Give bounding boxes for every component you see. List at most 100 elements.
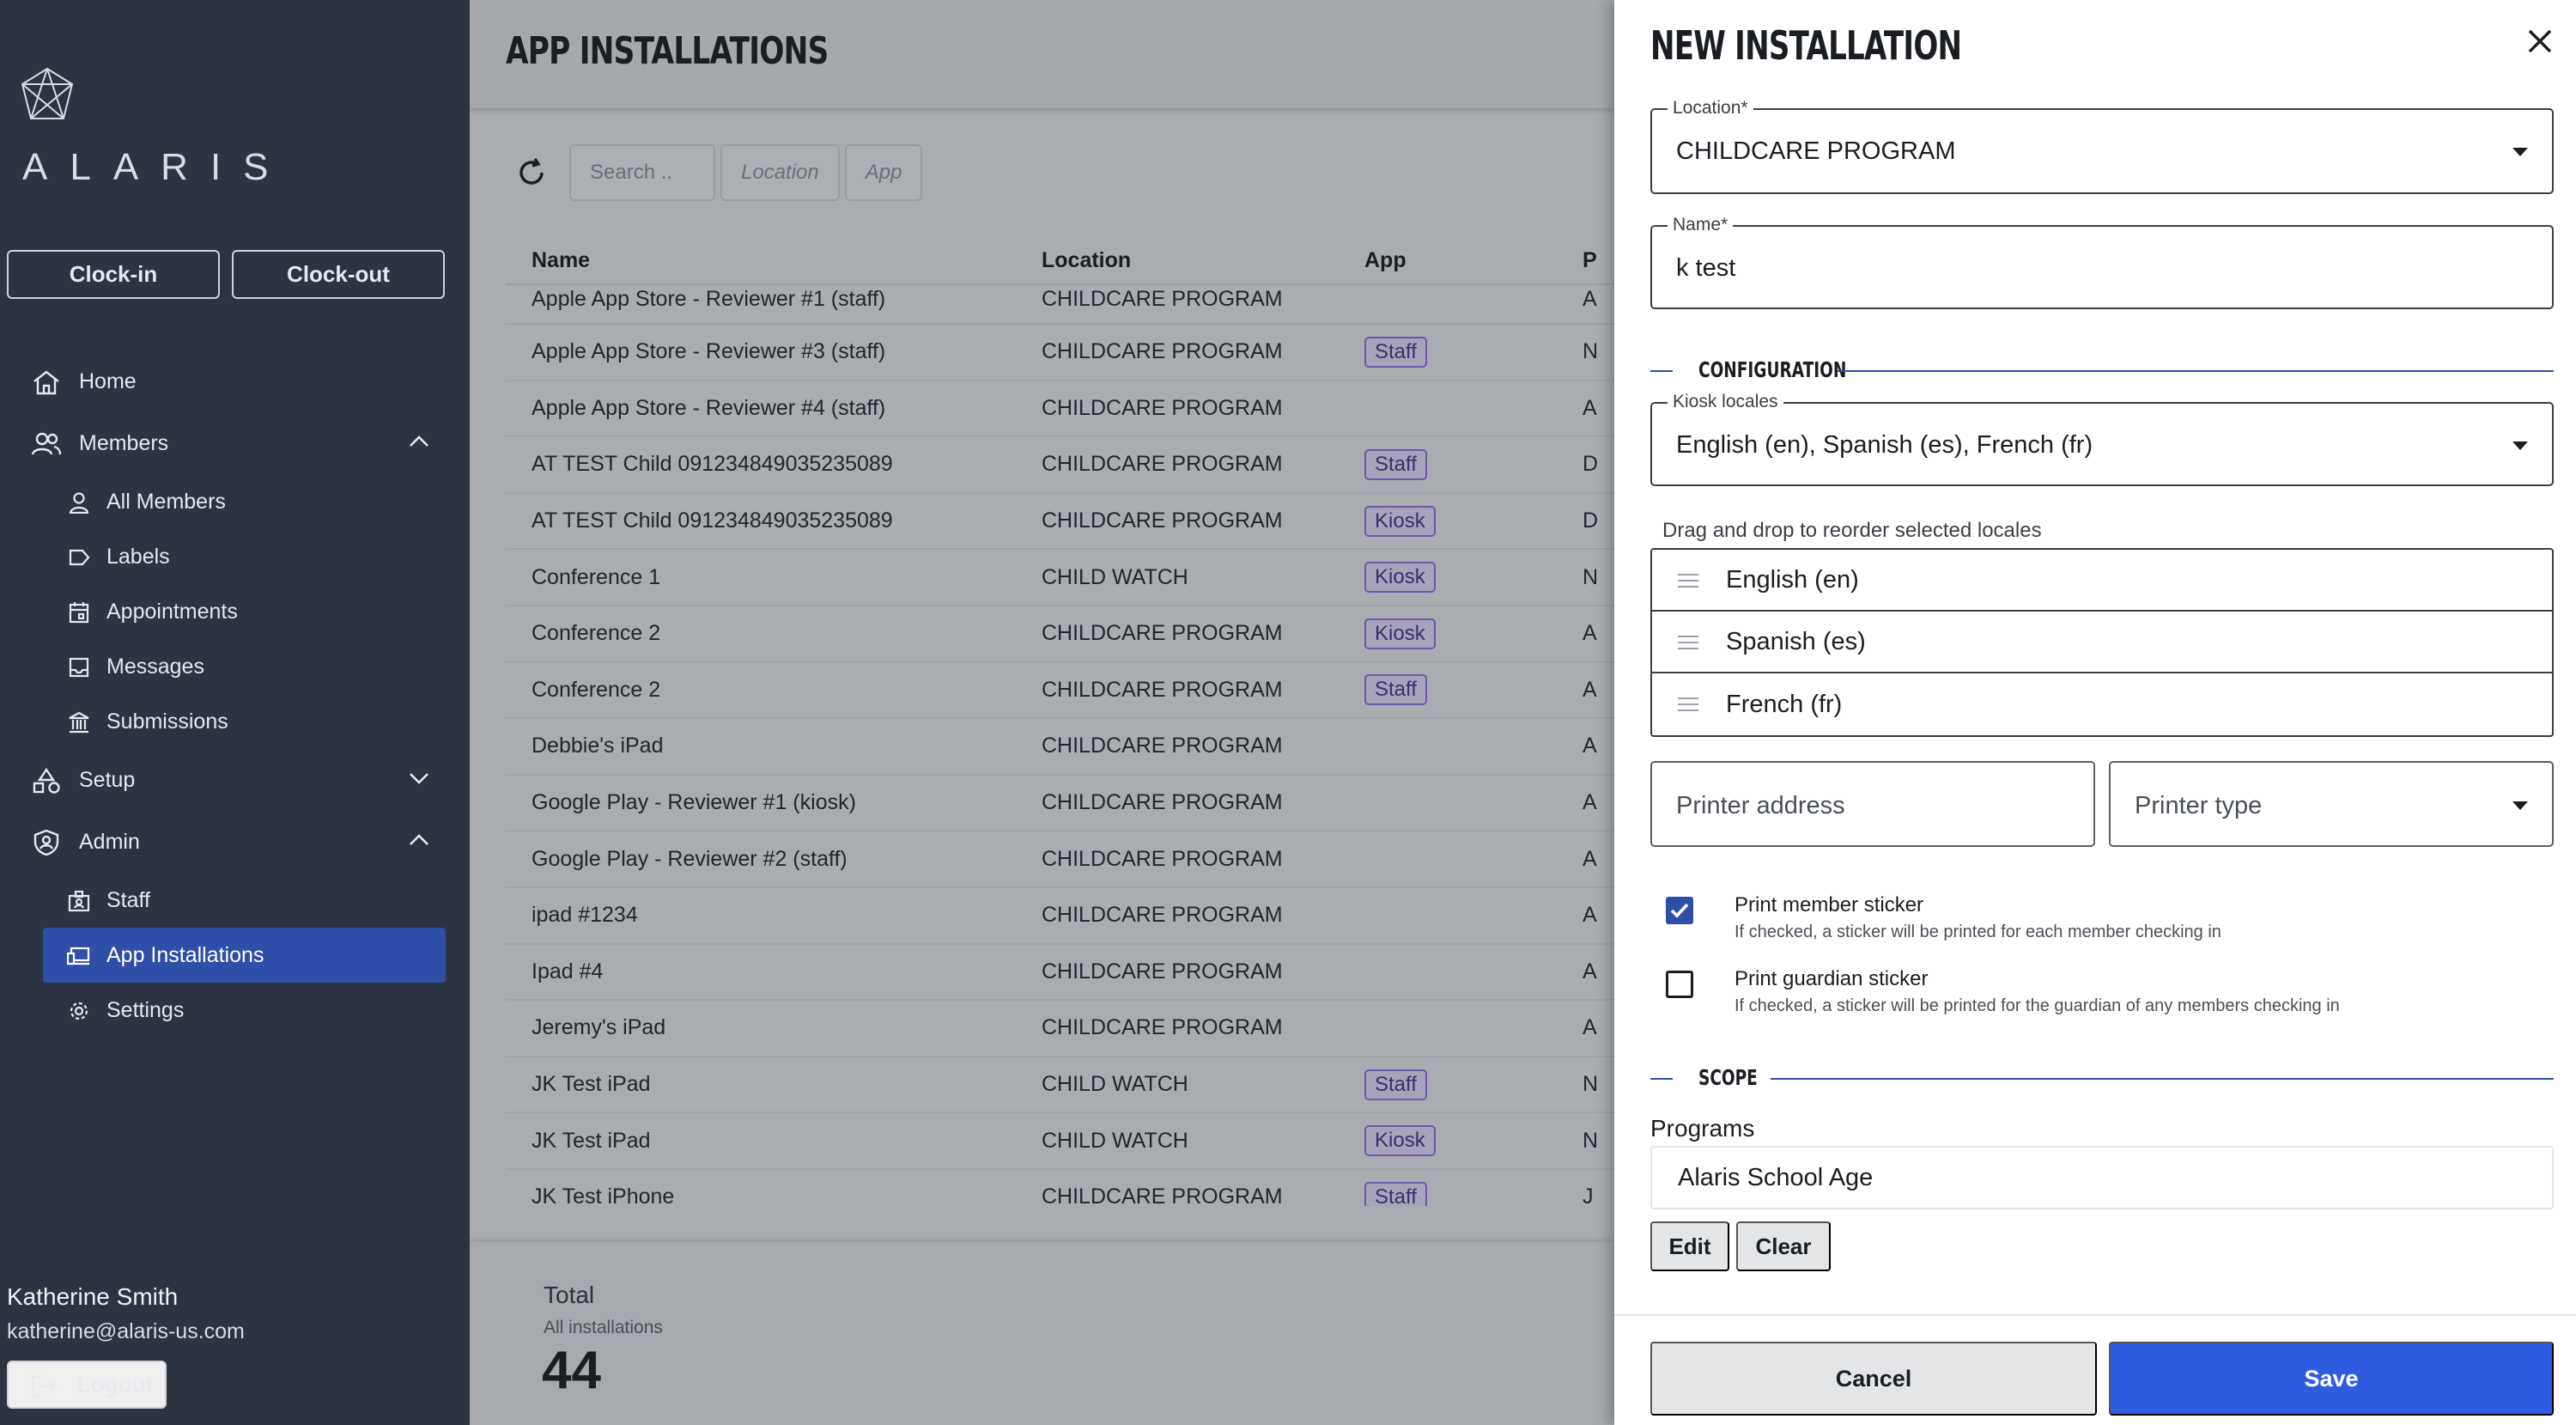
programs-label: Programs xyxy=(1650,1115,1755,1142)
locale-item[interactable]: English (en) xyxy=(1652,550,2552,612)
column-header-name[interactable]: Name xyxy=(506,248,1042,273)
location-select[interactable]: Location* CHILDCARE PROGRAM xyxy=(1650,98,2554,194)
cell-app: Kiosk xyxy=(1364,505,1583,537)
cell-extra: A xyxy=(1583,846,1597,871)
name-value: k test xyxy=(1676,254,1736,282)
logout-button[interactable]: Logout xyxy=(7,1361,167,1409)
sidebar-item-setup[interactable]: Setup xyxy=(0,749,470,811)
close-icon[interactable] xyxy=(2524,26,2555,57)
table-row[interactable]: AT TEST Child 091234849035235089 CHILDCAR… xyxy=(506,494,1614,551)
table-row[interactable]: Ipad #4 CHILDCARE PROGRAM A xyxy=(506,945,1614,1002)
table-row[interactable]: Apple App Store - Reviewer #1 (staff) CHI… xyxy=(506,285,1614,325)
clock-in-button[interactable]: Clock-in xyxy=(7,250,220,299)
save-button[interactable]: Save xyxy=(2109,1342,2554,1416)
drag-handle-icon[interactable] xyxy=(1678,697,1698,711)
chevron-up-icon[interactable] xyxy=(408,433,430,450)
table-row[interactable]: Conference 1 CHILD WATCH Kiosk N xyxy=(506,550,1614,606)
devices-icon xyxy=(67,947,90,965)
configuration-section-header: CONFIGURATION xyxy=(1650,357,2554,383)
table-row[interactable]: Google Play - Reviewer #1 (kiosk) CHILDCA… xyxy=(506,776,1614,832)
page-title: APP INSTALLATIONS xyxy=(506,29,829,73)
table-row[interactable]: Google Play - Reviewer #2 (staff) CHILDCA… xyxy=(506,831,1614,888)
cell-location: CHILDCARE PROGRAM xyxy=(1042,734,1283,758)
locale-item[interactable]: French (fr) xyxy=(1652,673,2552,735)
kiosk-locales-select[interactable]: Kiosk locales English (en), Spanish (es)… xyxy=(1650,392,2554,486)
clear-programs-button[interactable]: Clear xyxy=(1736,1221,1831,1271)
sidebar-item-submissions[interactable]: Submissions xyxy=(0,694,470,749)
programs-value: Alaris School Age xyxy=(1650,1146,2554,1209)
table-row[interactable]: JK Test iPad CHILD WATCH Staff N xyxy=(506,1057,1614,1114)
kiosk-locales-value: English (en), Spanish (es), French (fr) xyxy=(1676,431,2093,459)
sidebar-item-home[interactable]: Home xyxy=(0,350,470,412)
printer-type-select[interactable]: Printer type xyxy=(2109,761,2554,847)
table-row[interactable]: Jeremy's iPad CHILDCARE PROGRAM A xyxy=(506,1001,1614,1057)
clock-out-button[interactable]: Clock-out xyxy=(232,250,445,299)
cell-location: CHILDCARE PROGRAM xyxy=(1042,903,1283,928)
cell-location: CHILDCARE PROGRAM xyxy=(1042,846,1283,871)
printer-address-input[interactable]: Printer address xyxy=(1650,761,2095,847)
scope-section-header: SCOPE xyxy=(1650,1065,2554,1091)
drag-handle-icon[interactable] xyxy=(1678,574,1698,588)
total-card: Total All installations 44 xyxy=(470,1242,1614,1425)
sidebar-item-messages[interactable]: Messages xyxy=(0,639,470,694)
logout-icon xyxy=(31,1375,57,1398)
locale-label: French (fr) xyxy=(1726,690,1843,718)
location-filter[interactable]: Location xyxy=(720,144,840,201)
cell-extra: J xyxy=(1583,1184,1594,1206)
print-member-sticker-checkbox[interactable] xyxy=(1666,897,1693,924)
cell-extra: A xyxy=(1583,790,1597,815)
column-header-location[interactable]: Location xyxy=(1042,248,1364,273)
sidebar-item-settings[interactable]: Settings xyxy=(0,983,470,1038)
sidebar-item-app-installations[interactable]: App Installations xyxy=(43,928,446,983)
user-info: Katherine Smith katherine@alaris-us.com xyxy=(7,1283,245,1344)
cell-extra: A xyxy=(1583,287,1597,311)
table-row[interactable]: Conference 2 CHILDCARE PROGRAM Staff A xyxy=(506,663,1614,720)
sidebar-item-appointments[interactable]: Appointments xyxy=(0,584,470,639)
table-row[interactable]: ipad #1234 CHILDCARE PROGRAM A xyxy=(506,888,1614,945)
locale-item[interactable]: Spanish (es) xyxy=(1652,612,2552,673)
cell-app: Kiosk xyxy=(1364,618,1583,649)
print-guardian-sticker-help: If checked, a sticker will be printed fo… xyxy=(1735,996,2340,1015)
table-row[interactable]: Debbie's iPad CHILDCARE PROGRAM A xyxy=(506,719,1614,776)
table-row[interactable]: Conference 2 CHILDCARE PROGRAM Kiosk A xyxy=(506,606,1614,663)
print-guardian-sticker-label[interactable]: Print guardian sticker xyxy=(1735,967,1928,991)
table-row[interactable]: Apple App Store - Reviewer #4 (staff) CHI… xyxy=(506,381,1614,438)
table-header: Name Location App P xyxy=(506,227,1614,285)
cell-location: CHILDCARE PROGRAM xyxy=(1042,452,1283,477)
sidebar-item-labels[interactable]: Labels xyxy=(0,529,470,584)
sidebar-item-members[interactable]: Members xyxy=(0,412,470,474)
table-row[interactable]: AT TEST Child 091234849035235089 CHILDCAR… xyxy=(506,437,1614,494)
cell-location: CHILDCARE PROGRAM xyxy=(1042,621,1283,646)
column-header-app[interactable]: App xyxy=(1364,248,1583,273)
brand-wordmark: ALARIS xyxy=(22,146,291,188)
label-icon xyxy=(69,549,90,566)
sidebar-item-staff[interactable]: Staff xyxy=(0,873,470,928)
column-header-extra[interactable]: P xyxy=(1583,248,1614,273)
cell-location: CHILDCARE PROGRAM xyxy=(1042,339,1283,364)
table-row[interactable]: JK Test iPad CHILD WATCH Kiosk N xyxy=(506,1113,1614,1170)
table-row[interactable]: Apple App Store - Reviewer #3 (staff) CHI… xyxy=(506,325,1614,381)
alaris-logo[interactable]: ALARIS xyxy=(19,67,276,188)
section-label: SCOPE xyxy=(1698,1065,1758,1090)
chevron-up-icon[interactable] xyxy=(408,831,430,849)
app-filter[interactable]: App xyxy=(844,144,923,201)
app-badge: Kiosk xyxy=(1364,562,1436,594)
print-member-sticker-label[interactable]: Print member sticker xyxy=(1735,893,1923,917)
caret-down-icon xyxy=(2512,801,2528,810)
cancel-button[interactable]: Cancel xyxy=(1650,1342,2097,1416)
refresh-icon[interactable] xyxy=(514,155,549,190)
cell-name: Ipad #4 xyxy=(532,959,604,983)
drawer-footer: Cancel Save xyxy=(1614,1314,2576,1425)
table-row[interactable]: JK Test iPhone CHILDCARE PROGRAM Staff J xyxy=(506,1170,1614,1206)
sidebar-item-all-members[interactable]: All Members xyxy=(0,474,470,529)
badge-icon xyxy=(68,890,90,912)
edit-programs-button[interactable]: Edit xyxy=(1650,1221,1729,1271)
name-field[interactable]: Name* k test xyxy=(1650,215,2554,309)
sidebar-item-admin[interactable]: Admin xyxy=(0,811,470,873)
cell-location: CHILDCARE PROGRAM xyxy=(1042,287,1283,311)
print-guardian-sticker-checkbox[interactable] xyxy=(1666,971,1693,998)
chevron-down-icon[interactable] xyxy=(408,770,430,787)
cell-location: CHILDCARE PROGRAM xyxy=(1042,1015,1283,1040)
drag-handle-icon[interactable] xyxy=(1678,636,1698,649)
search-input[interactable]: Search .. xyxy=(569,144,715,201)
